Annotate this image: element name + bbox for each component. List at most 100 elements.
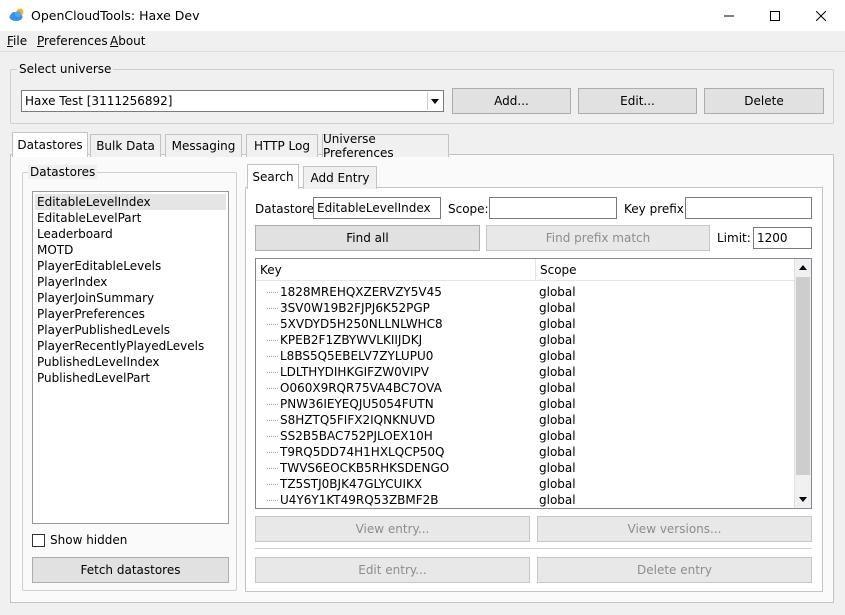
tab-add-entry[interactable]: Add Entry xyxy=(303,166,377,189)
maximize-icon xyxy=(770,10,780,21)
scroll-up-icon[interactable] xyxy=(795,259,811,276)
cell-key: 5XVDYD5H250NLLNLWHC8 xyxy=(280,317,443,331)
cell-key: LDLTHYDIHKGIFZW0VIPV xyxy=(280,365,429,379)
select-universe-label: Select universe xyxy=(17,62,114,76)
table-row[interactable]: SS2B5BAC752PJLOEX10H global xyxy=(256,428,794,444)
tab-messaging[interactable]: Messaging xyxy=(165,134,242,157)
list-item[interactable]: Leaderboard xyxy=(35,226,113,242)
cell-key: S8HZTQ5FIFX2IQNKNUVD xyxy=(280,413,436,427)
tab-universe-preferences[interactable]: Universe Preferences xyxy=(322,132,449,160)
datastores-list[interactable]: EditableLevelIndex EditableLevelPart Lea… xyxy=(32,191,229,524)
title-bar: OpenCloudTools: Haxe Dev xyxy=(0,0,845,31)
cell-key: 3SV0W19B2FJPJ6K52PGP xyxy=(280,301,430,315)
view-versions-button[interactable]: View versions... xyxy=(537,516,812,542)
scroll-down-icon[interactable] xyxy=(795,491,811,508)
scope-field[interactable] xyxy=(489,197,617,219)
table-row[interactable]: LDLTHYDIHKGIFZW0VIPV global xyxy=(256,364,794,380)
datastore-field[interactable]: EditableLevelIndex xyxy=(313,197,441,219)
cell-scope: global xyxy=(539,381,576,395)
cell-scope: global xyxy=(539,493,576,507)
minimize-button[interactable] xyxy=(706,0,752,31)
cell-scope: global xyxy=(539,477,576,491)
tab-bulk-data[interactable]: Bulk Data xyxy=(90,134,161,157)
menu-about[interactable]: About xyxy=(110,34,146,48)
find-all-button[interactable]: Find all xyxy=(255,225,480,251)
cell-scope: global xyxy=(539,429,576,443)
table-row[interactable]: O060X9RQR75VA4BC7OVA global xyxy=(256,380,794,396)
maximize-button[interactable] xyxy=(752,0,798,31)
list-item[interactable]: EditableLevelIndex xyxy=(35,194,226,210)
cell-key: O060X9RQR75VA4BC7OVA xyxy=(280,381,442,395)
cell-scope: global xyxy=(539,333,576,347)
scope-field-label: Scope: xyxy=(448,202,489,216)
list-item[interactable]: PlayerPublishedLevels xyxy=(35,322,170,338)
table-row[interactable]: 1828MREHQXZERVZY5V45 global xyxy=(256,284,794,300)
fetch-datastores-button[interactable]: Fetch datastores xyxy=(32,557,229,583)
table-row[interactable]: TZ5STJ0BJK47GLYCUIKX global xyxy=(256,476,794,492)
edit-universe-button[interactable]: Edit... xyxy=(578,88,697,114)
list-item[interactable]: EditableLevelPart xyxy=(35,210,141,226)
table-row[interactable]: PNW36IEYEQJU5054FUTN global xyxy=(256,396,794,412)
cell-key: 1828MREHQXZERVZY5V45 xyxy=(280,285,442,299)
cell-key: TWVS6EOCKB5RHKSDENGO xyxy=(280,461,450,475)
limit-label: Limit: xyxy=(717,231,751,245)
find-prefix-match-button[interactable]: Find prefix match xyxy=(486,225,710,251)
universe-select[interactable]: Haxe Test [3111256892] xyxy=(21,90,444,112)
key-prefix-field-label: Key prefix: xyxy=(624,202,688,216)
cell-key: KPEB2F1ZBYWVLKIIJDKJ xyxy=(280,333,423,347)
tab-search[interactable]: Search xyxy=(247,164,299,189)
edit-entry-button[interactable]: Edit entry... xyxy=(255,557,530,583)
cell-key: U4Y6Y1KT49RQ53ZBMF2B xyxy=(280,493,439,507)
scrollbar-thumb[interactable] xyxy=(796,277,810,475)
show-hidden-label: Show hidden xyxy=(50,533,128,547)
window-title: OpenCloudTools: Haxe Dev xyxy=(31,8,200,23)
universe-select-value: Haxe Test [3111256892] xyxy=(25,94,173,108)
cell-scope: global xyxy=(539,445,576,459)
cell-key: PNW36IEYEQJU5054FUTN xyxy=(280,397,434,411)
chevron-down-icon xyxy=(427,92,442,110)
table-row[interactable]: KPEB2F1ZBYWVLKIIJDKJ global xyxy=(256,332,794,348)
cell-key: SS2B5BAC752PJLOEX10H xyxy=(280,429,433,443)
list-item[interactable]: PlayerIndex xyxy=(35,274,107,290)
tab-http-log[interactable]: HTTP Log xyxy=(246,134,318,157)
show-hidden-checkbox[interactable] xyxy=(32,534,45,547)
cell-scope: global xyxy=(539,349,576,363)
add-universe-button[interactable]: Add... xyxy=(452,88,571,114)
tab-datastores[interactable]: Datastores xyxy=(12,132,88,157)
list-item[interactable]: PublishedLevelPart xyxy=(35,370,150,386)
cell-scope: global xyxy=(539,301,576,315)
table-row[interactable]: TWVS6EOCKB5RHKSDENGO global xyxy=(256,460,794,476)
list-item[interactable]: MOTD xyxy=(35,242,73,258)
table-row[interactable]: L8BS5Q5EBELV7ZYLUPU0 global xyxy=(256,348,794,364)
menu-file[interactable]: File xyxy=(7,34,27,48)
key-prefix-field[interactable] xyxy=(685,197,812,219)
cell-key: T9RQ5DD74H1HXLQCP50Q xyxy=(280,445,445,459)
delete-entry-button[interactable]: Delete entry xyxy=(537,557,812,583)
delete-universe-button[interactable]: Delete xyxy=(704,88,824,114)
cloud-icon xyxy=(9,8,24,21)
list-item[interactable]: PlayerJoinSummary xyxy=(35,290,154,306)
table-row[interactable]: T9RQ5DD74H1HXLQCP50Q global xyxy=(256,444,794,460)
limit-field[interactable]: 1200 xyxy=(753,227,812,249)
list-item[interactable]: PlayerRecentlyPlayedLevels xyxy=(35,338,204,354)
cell-scope: global xyxy=(539,397,576,411)
table-row[interactable]: U4Y6Y1KT49RQ53ZBMF2B global xyxy=(256,492,794,508)
close-icon xyxy=(816,10,826,21)
table-row[interactable]: 5XVDYD5H250NLLNLWHC8 global xyxy=(256,316,794,332)
close-button[interactable] xyxy=(798,0,844,31)
list-item[interactable]: PlayerPreferences xyxy=(35,306,145,322)
divider xyxy=(255,548,812,549)
table-row[interactable]: S8HZTQ5FIFX2IQNKNUVD global xyxy=(256,412,794,428)
view-entry-button[interactable]: View entry... xyxy=(255,516,530,542)
datastores-group-label: Datastores xyxy=(28,165,98,179)
results-table[interactable]: Key Scope 1828MREHQXZERVZY5V45 global 3SV… xyxy=(255,258,812,509)
list-item[interactable]: PublishedLevelIndex xyxy=(35,354,159,370)
column-header-scope[interactable]: Scope xyxy=(536,259,794,281)
table-row[interactable]: 3SV0W19B2FJPJ6K52PGP global xyxy=(256,300,794,316)
cell-key: TZ5STJ0BJK47GLYCUIKX xyxy=(280,477,423,491)
column-header-key[interactable]: Key xyxy=(256,259,536,281)
list-item[interactable]: PlayerEditableLevels xyxy=(35,258,161,274)
menu-preferences[interactable]: Preferences xyxy=(37,34,108,48)
cell-scope: global xyxy=(539,461,576,475)
results-scrollbar[interactable] xyxy=(794,259,811,508)
